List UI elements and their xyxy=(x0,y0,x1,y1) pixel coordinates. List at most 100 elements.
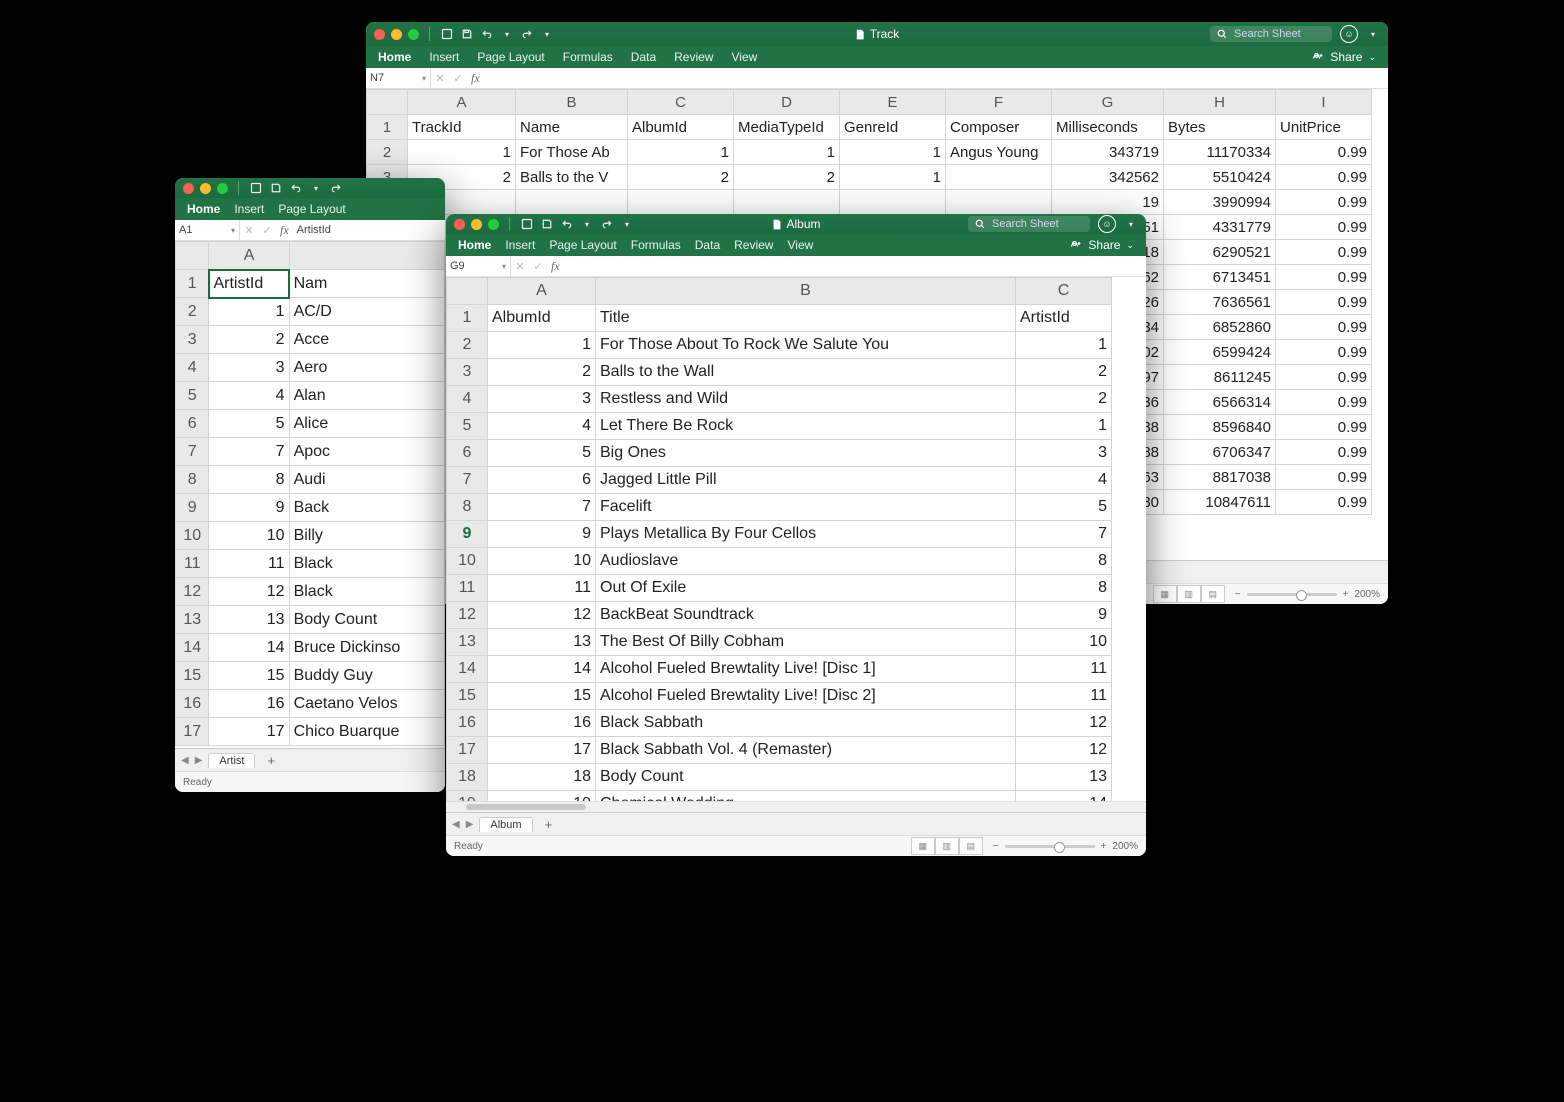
sheet-tab[interactable]: Album xyxy=(479,817,532,832)
cell[interactable] xyxy=(516,190,628,215)
column-header[interactable]: A xyxy=(209,242,289,270)
row-header[interactable]: 8 xyxy=(176,466,209,494)
cell[interactable]: 0.99 xyxy=(1276,190,1372,215)
chevron-down-icon[interactable]: ⌄ xyxy=(1368,52,1376,63)
cell[interactable]: For Those About To Rock We Salute You xyxy=(596,332,1016,359)
chevron-down-icon[interactable]: ▾ xyxy=(1366,27,1380,41)
cell[interactable]: Back xyxy=(289,494,444,522)
page-layout-view-icon[interactable]: ▥ xyxy=(1177,585,1201,603)
share-button[interactable]: Share ⌄ xyxy=(1312,50,1376,64)
zoom-icon[interactable] xyxy=(408,29,419,40)
cell[interactable] xyxy=(734,190,840,215)
chevron-down-icon[interactable]: ▾ xyxy=(540,27,554,41)
search-input[interactable] xyxy=(1232,27,1326,41)
zoom-slider[interactable] xyxy=(1247,593,1337,596)
cell[interactable]: Bytes xyxy=(1164,115,1276,140)
cancel-icon[interactable]: ✕ xyxy=(511,256,529,276)
cell[interactable]: 17 xyxy=(488,737,596,764)
row-header[interactable]: 1 xyxy=(447,305,488,332)
cell[interactable]: 1 xyxy=(840,165,946,190)
dropdown-icon[interactable]: ▾ xyxy=(231,226,235,235)
tab-review[interactable]: Review xyxy=(734,238,773,252)
cell[interactable]: 6852860 xyxy=(1164,315,1276,340)
cell[interactable]: 0.99 xyxy=(1276,390,1372,415)
minimize-icon[interactable] xyxy=(200,183,211,194)
tab-data[interactable]: Data xyxy=(695,238,720,252)
column-header[interactable]: A xyxy=(488,278,596,305)
cell[interactable]: 15 xyxy=(209,662,289,690)
cell[interactable]: 0.99 xyxy=(1276,290,1372,315)
cell[interactable]: 1 xyxy=(840,140,946,165)
cell[interactable]: 19 xyxy=(488,791,596,802)
row-header[interactable]: 1 xyxy=(176,270,209,298)
undo-icon[interactable] xyxy=(480,27,494,41)
tab-view[interactable]: View xyxy=(731,50,757,64)
undo-icon[interactable] xyxy=(289,181,303,195)
cell[interactable]: Big Ones xyxy=(596,440,1016,467)
cell[interactable]: ArtistId xyxy=(1016,305,1112,332)
cell[interactable]: Black Sabbath xyxy=(596,710,1016,737)
cell[interactable]: 2 xyxy=(1016,386,1112,413)
tab-home[interactable]: Home xyxy=(187,202,220,216)
cell[interactable]: 12 xyxy=(1016,737,1112,764)
cell[interactable]: Black Sabbath Vol. 4 (Remaster) xyxy=(596,737,1016,764)
row-header[interactable]: 3 xyxy=(447,359,488,386)
row-header[interactable]: 14 xyxy=(176,634,209,662)
cell[interactable]: Let There Be Rock xyxy=(596,413,1016,440)
zoom-icon[interactable] xyxy=(488,219,499,230)
name-box[interactable]: A1▾ xyxy=(175,220,240,240)
select-all-corner[interactable] xyxy=(447,278,488,305)
cell[interactable]: 7 xyxy=(209,438,289,466)
titlebar[interactable]: ▾ xyxy=(175,178,445,198)
cell[interactable]: 9 xyxy=(1016,602,1112,629)
zoom-out-icon[interactable]: − xyxy=(993,841,999,852)
chevron-down-icon[interactable]: ▾ xyxy=(1124,217,1138,231)
cell[interactable]: 0.99 xyxy=(1276,315,1372,340)
cell[interactable]: 0.99 xyxy=(1276,490,1372,515)
cell[interactable]: 18 xyxy=(488,764,596,791)
cell[interactable]: Alan xyxy=(289,382,444,410)
cell[interactable]: Title xyxy=(596,305,1016,332)
cell[interactable]: Chemical Wedding xyxy=(596,791,1016,802)
cell[interactable]: Black xyxy=(289,578,444,606)
cell[interactable]: 3 xyxy=(488,386,596,413)
cell[interactable]: 342562 xyxy=(1052,165,1164,190)
zoom-in-icon[interactable]: + xyxy=(1343,589,1349,600)
cell[interactable]: Caetano Velos xyxy=(289,690,444,718)
cell[interactable]: Alcohol Fueled Brewtality Live! [Disc 1] xyxy=(596,656,1016,683)
cell[interactable]: 0.99 xyxy=(1276,465,1372,490)
save-icon[interactable] xyxy=(460,27,474,41)
titlebar[interactable]: ▾ ▾ Track ☺ ▾ xyxy=(366,22,1388,46)
cell[interactable]: 5 xyxy=(488,440,596,467)
tab-page-layout[interactable]: Page Layout xyxy=(278,202,345,216)
cell[interactable]: Aero xyxy=(289,354,444,382)
cell[interactable]: 2 xyxy=(1016,359,1112,386)
share-button[interactable]: Share ⌄ xyxy=(1070,238,1134,252)
cell[interactable]: 11 xyxy=(1016,683,1112,710)
cell[interactable]: 8 xyxy=(209,466,289,494)
cell[interactable]: 2 xyxy=(488,359,596,386)
cell[interactable]: Angus Young xyxy=(946,140,1052,165)
autosave-icon[interactable] xyxy=(249,181,263,195)
close-icon[interactable] xyxy=(374,29,385,40)
cell[interactable]: 1 xyxy=(1016,413,1112,440)
cell[interactable]: 12 xyxy=(488,602,596,629)
column-header[interactable]: I xyxy=(1276,90,1372,115)
cell[interactable]: TrackId xyxy=(408,115,516,140)
row-header[interactable]: 3 xyxy=(176,326,209,354)
cell[interactable]: 3 xyxy=(1016,440,1112,467)
cell[interactable]: AlbumId xyxy=(488,305,596,332)
cell[interactable]: 6713451 xyxy=(1164,265,1276,290)
cell[interactable]: 1 xyxy=(628,140,734,165)
row-header[interactable]: 12 xyxy=(447,602,488,629)
cell[interactable]: Balls to the V xyxy=(516,165,628,190)
cell[interactable] xyxy=(946,190,1052,215)
dropdown-icon[interactable]: ▾ xyxy=(502,262,506,271)
cell[interactable]: 14 xyxy=(1016,791,1112,802)
cell[interactable]: 0.99 xyxy=(1276,340,1372,365)
cell[interactable]: 9 xyxy=(488,521,596,548)
tab-page-layout[interactable]: Page Layout xyxy=(549,238,616,252)
redo-icon[interactable] xyxy=(520,27,534,41)
cell[interactable]: 6706347 xyxy=(1164,440,1276,465)
row-header[interactable]: 6 xyxy=(447,440,488,467)
